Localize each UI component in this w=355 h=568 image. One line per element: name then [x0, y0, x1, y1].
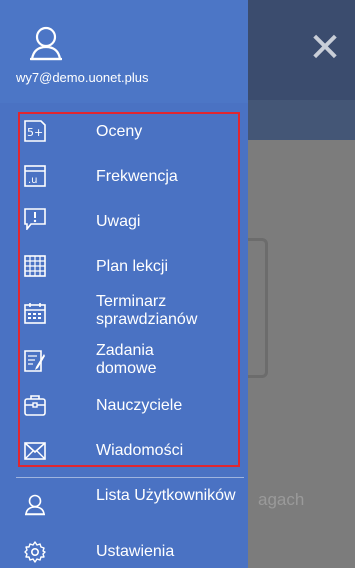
background-partial-text: agach: [258, 490, 305, 509]
account-email: wy7@demo.uonet.plus: [16, 70, 149, 85]
menu-item-label: Frekwencja: [96, 168, 178, 185]
svg-text:.u: .u: [28, 175, 38, 186]
teachers-icon: [24, 395, 46, 416]
menu-item-label: Plan lekcji: [96, 258, 169, 275]
menu-item-label: Terminarz sprawdzianów: [96, 293, 198, 328]
timetable-icon: [24, 255, 46, 277]
notes-icon: [24, 208, 46, 230]
messages-icon: [24, 442, 46, 460]
menu-item-label: Oceny: [96, 123, 143, 140]
exams-calendar-icon: [24, 303, 46, 324]
menu-item-ustawienia[interactable]: Ustawienia: [0, 532, 248, 568]
menu-item-label: Nauczyciele: [96, 397, 183, 414]
menu-item-label: Zadania domowe: [96, 342, 157, 377]
menu-item-nauczyciele[interactable]: Nauczyciele: [0, 384, 248, 428]
attendance-icon: .u: [24, 165, 46, 187]
menu-item-label: Wiadomości: [96, 442, 184, 459]
menu-item-frekwencja[interactable]: .u Frekwencja: [0, 155, 248, 199]
menu-item-oceny[interactable]: 5+ Oceny: [0, 110, 248, 154]
menu-item-plan-lekcji[interactable]: Plan lekcji: [0, 245, 248, 289]
menu-item-wiadomosci[interactable]: Wiadomości: [0, 429, 248, 473]
drawer-header[interactable]: wy7@demo.uonet.plus: [0, 0, 248, 103]
homework-icon: [24, 350, 45, 372]
menu-item-zadania-domowe[interactable]: Zadania domowe: [0, 338, 248, 386]
user-avatar-icon: [30, 26, 62, 61]
users-icon: [25, 494, 45, 516]
grades-icon: 5+: [24, 120, 46, 142]
settings-icon: [24, 541, 46, 563]
menu-item-lista-uzytkownikow[interactable]: Lista Użytkowników: [0, 484, 248, 530]
svg-text:5+: 5+: [27, 126, 43, 139]
menu-item-uwagi[interactable]: Uwagi: [0, 200, 248, 244]
menu-item-label: Lista Użytkowników: [96, 487, 236, 504]
menu-item-terminarz[interactable]: Terminarz sprawdzianów: [0, 290, 248, 338]
menu-item-label: Ustawienia: [96, 543, 175, 560]
close-icon[interactable]: ✕: [307, 28, 343, 68]
drawer-divider: [16, 477, 244, 478]
menu-item-label: Uwagi: [96, 213, 141, 230]
navigation-drawer: wy7@demo.uonet.plus 5+ Oceny .u Frekwenc…: [0, 0, 248, 568]
